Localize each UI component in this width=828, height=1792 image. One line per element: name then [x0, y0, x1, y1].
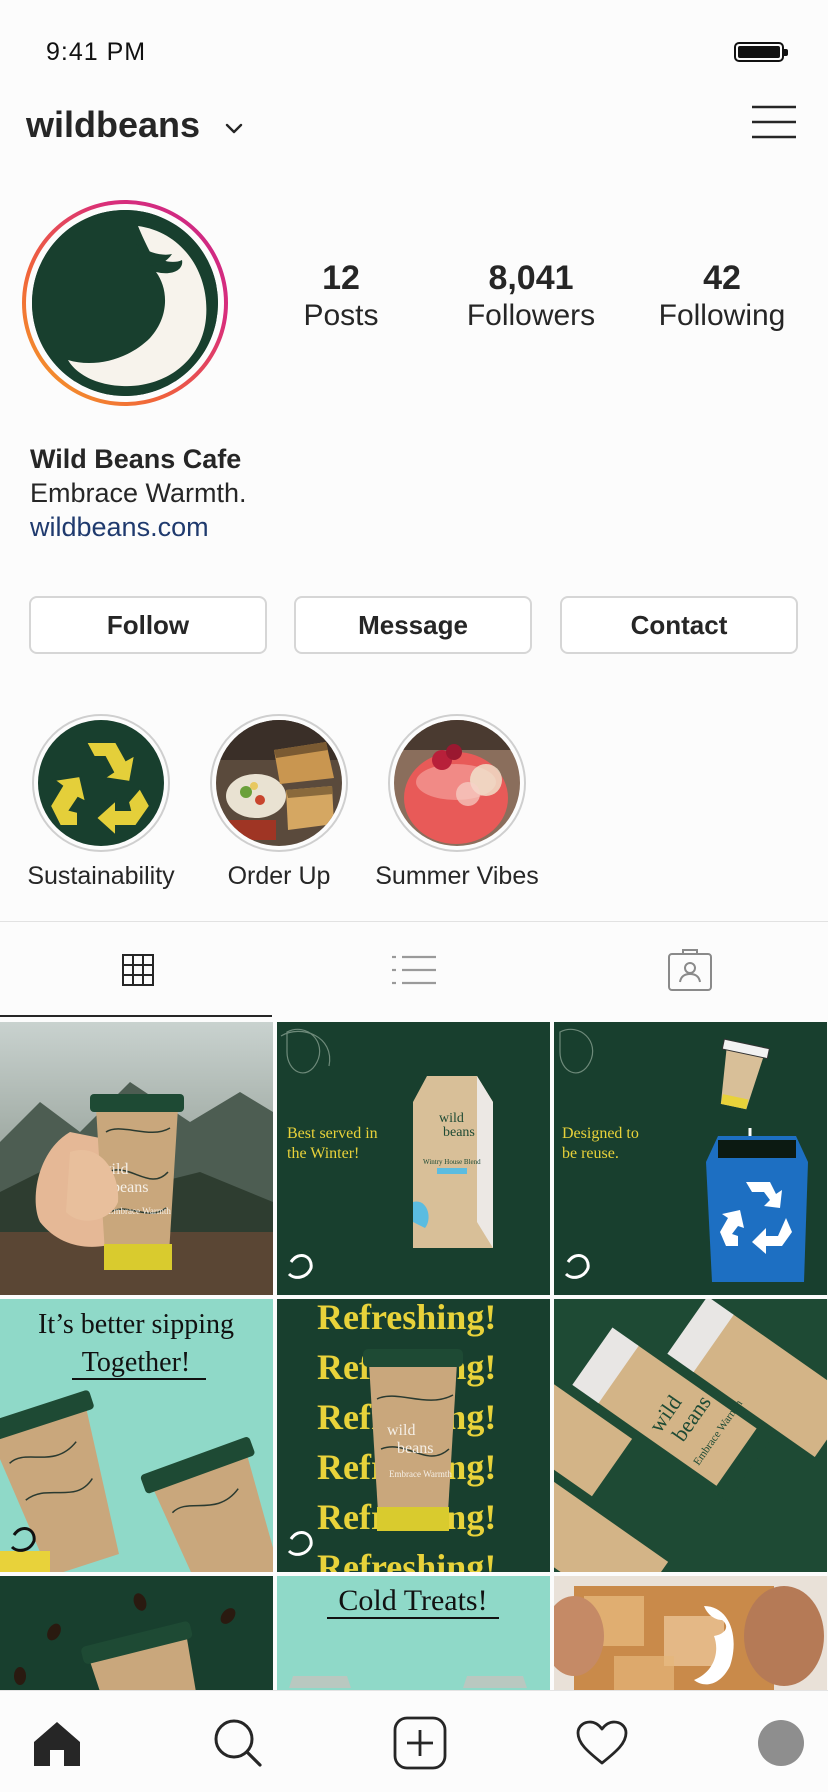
profile-tabs [0, 921, 828, 1018]
nav-home[interactable] [27, 1713, 87, 1773]
post-brand-text: wild [387, 1422, 415, 1439]
nav-activity[interactable] [572, 1713, 632, 1773]
post-tile[interactable] [554, 1576, 827, 1692]
nav-profile[interactable] [751, 1713, 811, 1773]
food-highlight-thumb [216, 720, 342, 846]
post-tagline: Embrace Warmth [108, 1206, 171, 1216]
profile-avatar [758, 1720, 804, 1766]
post-headline: Together! [82, 1347, 190, 1378]
status-bar: 9:41 PM [0, 0, 828, 100]
posts-label: Posts [303, 299, 379, 332]
new-post-icon [393, 1716, 447, 1770]
username-switcher[interactable]: wildbeans [26, 104, 200, 146]
followers-count: 8,041 [488, 259, 574, 297]
highlight-order-up[interactable]: Order Up [189, 714, 369, 891]
highlight-sustainability[interactable]: Sustainability [11, 714, 191, 891]
post-tile[interactable]: Cold Treats! [277, 1576, 550, 1692]
highlight-label: Sustainability [27, 862, 175, 890]
status-time: 9:41 PM [46, 38, 147, 66]
nav-new-post[interactable] [390, 1713, 450, 1773]
list-icon [392, 955, 436, 985]
menu-icon[interactable] [750, 104, 798, 140]
search-icon [214, 1719, 262, 1767]
highlight-label: Order Up [227, 862, 331, 890]
post-brand-text: beans [397, 1440, 433, 1457]
posts-grid: wild beans Embrace Warmth Best served in… [0, 1022, 828, 1692]
post-tile[interactable]: Refreshing! Refreshing! Refreshing! Refr… [277, 1299, 550, 1572]
tab-tagged[interactable] [552, 922, 828, 1018]
tab-grid[interactable] [0, 922, 276, 1018]
highlight-summer-vibes[interactable]: Summer Vibes [367, 714, 547, 891]
active-tab-indicator [0, 1015, 272, 1017]
post-tile[interactable] [0, 1576, 273, 1692]
grid-icon [122, 954, 154, 986]
post-headline: Cold Treats! [338, 1584, 487, 1617]
profile-stats: 12 Posts 8,041 Followers 42 Following [0, 258, 828, 348]
profile-bio-text: Embrace Warmth. [30, 478, 247, 508]
message-button[interactable]: Message [294, 596, 532, 654]
post-headline: Refreshing! [317, 1547, 496, 1572]
post-tile[interactable]: It’s better sipping Together! [0, 1299, 273, 1572]
post-brand-text: wild [439, 1111, 464, 1126]
post-headline: Designed to [562, 1125, 639, 1142]
post-tile[interactable]: Best served in the Winter! wild beans Wi… [277, 1022, 550, 1295]
home-icon [34, 1722, 80, 1766]
post-headline: Best served in [287, 1125, 378, 1142]
post-headline: the Winter! [287, 1145, 359, 1162]
stat-posts[interactable]: 12 Posts [251, 258, 431, 334]
post-tile[interactable]: wild beans Embrace Warmth [554, 1299, 827, 1572]
stat-followers[interactable]: 8,041 Followers [441, 258, 621, 334]
drink-highlight-thumb [394, 720, 520, 846]
posts-count: 12 [322, 259, 360, 297]
profile-screen: 9:41 PM wildbeans 12 Posts 8,041 Followe… [0, 0, 828, 1792]
post-tagline: Embrace Warmth [389, 1469, 452, 1479]
following-label: Following [658, 299, 786, 332]
highlight-label: Summer Vibes [375, 862, 539, 890]
tab-list[interactable] [276, 922, 552, 1018]
bag-label: Wintry House Blend [423, 1158, 481, 1166]
post-brand-text: beans [443, 1125, 475, 1140]
chevron-down-icon[interactable] [222, 116, 246, 140]
contact-button[interactable]: Contact [560, 596, 798, 654]
profile-name: Wild Beans Cafe [30, 444, 242, 474]
nav-search[interactable] [208, 1713, 268, 1773]
follow-button[interactable]: Follow [29, 596, 267, 654]
bottom-nav [0, 1690, 828, 1792]
activity-icon [576, 1720, 628, 1765]
recycle-highlight-thumb [38, 720, 164, 846]
profile-website-link[interactable]: wildbeans.com [30, 512, 209, 542]
post-headline: Refreshing! [317, 1299, 496, 1337]
post-tile[interactable]: wild beans Embrace Warmth [0, 1022, 273, 1295]
post-tile[interactable]: Designed to be reuse. [554, 1022, 827, 1295]
profile-actions: Follow Message Contact [29, 596, 800, 656]
battery-icon [734, 42, 788, 62]
post-headline: It’s better sipping [38, 1309, 234, 1340]
post-headline: be reuse. [562, 1145, 619, 1162]
following-count: 42 [703, 259, 741, 297]
profile-bio: Wild Beans Cafe Embrace Warmth. wildbean… [30, 442, 247, 544]
followers-label: Followers [466, 299, 596, 332]
tagged-icon [668, 949, 712, 991]
profile-header: wildbeans [0, 100, 828, 160]
stat-following[interactable]: 42 Following [632, 258, 812, 334]
